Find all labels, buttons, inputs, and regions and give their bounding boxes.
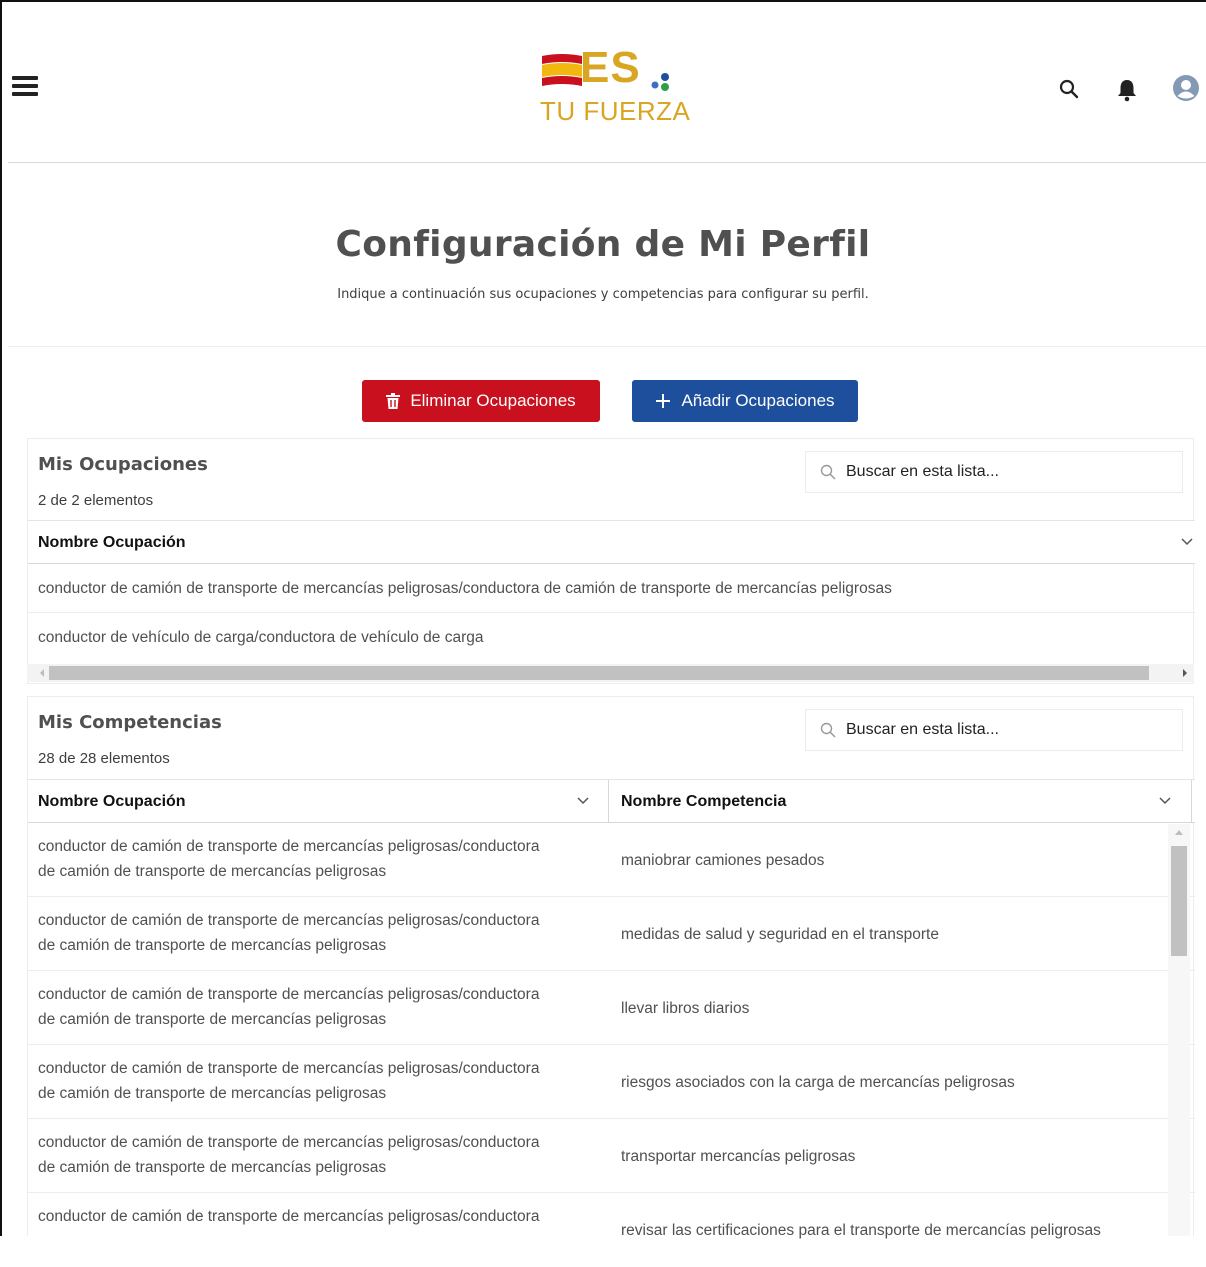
occupation-line: de camión de transporte de mercancías pe… — [38, 1159, 387, 1176]
delete-occupations-label: Eliminar Ocupaciones — [410, 391, 576, 410]
search-icon — [820, 722, 836, 738]
occupation-line: conductor de camión de transporte de mer… — [38, 912, 540, 929]
page-title: Configuración de Mi Perfil — [335, 224, 871, 265]
occupation-line: conductor de camión de transporte de mer… — [38, 1134, 540, 1151]
logo-text: ES — [580, 43, 641, 92]
competencies-count: 28 de 28 elementos — [38, 750, 170, 767]
occupation-line: conductor de camión de transporte de mer… — [38, 1208, 540, 1225]
search-icon — [820, 464, 836, 480]
competency-cell: maniobrar camiones pesados — [621, 851, 825, 869]
column-divider[interactable] — [608, 780, 609, 823]
competency-cell: revisar las certificaciones para el tran… — [621, 1221, 1101, 1239]
horizontal-scrollbar[interactable] — [0, 664, 1194, 682]
spain-flag-icon — [542, 54, 582, 86]
competencies-search-placeholder: Buscar en esta lista... — [846, 721, 999, 738]
occupation-cell: conductor de vehículo de carga/conductor… — [38, 628, 484, 646]
occupation-cell: conductor de camión de transporte de mer… — [38, 579, 892, 597]
top-header: ES TU FUERZA — [8, 8, 1206, 163]
column-header-occupation[interactable]: Nombre Ocupación — [38, 780, 186, 823]
bell-icon[interactable] — [1116, 78, 1138, 102]
competencies-card: Mis Competencias 28 de 28 elementos Busc… — [27, 696, 1195, 1239]
chevron-down-icon[interactable] — [1158, 794, 1172, 808]
occupations-table-header: Nombre Ocupación — [28, 520, 1195, 564]
table-row[interactable]: conductor de camión de transporte de mer… — [28, 897, 1195, 971]
plus-icon — [656, 394, 671, 408]
occupations-search-input[interactable]: Buscar en esta lista... — [805, 451, 1183, 493]
competency-cell: riesgos asociados con la carga de mercan… — [621, 1073, 1015, 1091]
occupation-cell: conductor de camión de transporte de mer… — [38, 1056, 598, 1106]
occupation-line: conductor de camión de transporte de mer… — [38, 1060, 540, 1077]
menu-icon[interactable] — [12, 76, 38, 96]
user-avatar-icon[interactable] — [1172, 74, 1200, 102]
occupation-cell: conductor de camión de transporte de mer… — [38, 982, 598, 1032]
search-icon[interactable] — [1058, 78, 1080, 100]
table-row[interactable]: conductor de camión de transporte de mer… — [28, 1193, 1195, 1267]
occupation-line: de camión de transporte de mercancías pe… — [38, 937, 387, 954]
occupations-title: Mis Ocupaciones — [38, 454, 208, 475]
column-header-occupation[interactable]: Nombre Ocupación — [38, 521, 186, 564]
occupation-line: de camión de transporte de mercancías pe… — [38, 863, 387, 880]
table-row[interactable]: conductor de camión de transporte de mer… — [28, 1119, 1195, 1193]
trash-icon — [386, 393, 401, 409]
occupations-card: Mis Ocupaciones 2 de 2 elementos Buscar … — [27, 438, 1195, 684]
table-row[interactable]: conductor de camión de transporte de mer… — [28, 564, 1195, 613]
competency-cell: llevar libros diarios — [621, 999, 750, 1017]
column-divider — [1191, 780, 1192, 823]
competency-cell: medidas de salud y seguridad en el trans… — [621, 925, 939, 943]
divider — [8, 346, 1206, 347]
occupation-cell: conductor de camión de transporte de mer… — [38, 908, 598, 958]
add-occupations-label: Añadir Ocupaciones — [681, 391, 835, 410]
occupation-cell: conductor de camión de transporte de mer… — [38, 1204, 598, 1229]
table-row[interactable]: conductor de vehículo de carga/conductor… — [28, 613, 1195, 661]
table-row[interactable]: conductor de camión de transporte de mer… — [28, 971, 1195, 1045]
occupation-line: de camión de transporte de mercancías pe… — [38, 1085, 387, 1102]
page-subtitle: Indique a continuación sus ocupaciones y… — [337, 287, 869, 302]
table-row[interactable]: conductor de camión de transporte de mer… — [28, 1045, 1195, 1119]
site-logo[interactable]: ES TU FUERZA — [538, 38, 698, 133]
occupation-line: de camión de transporte de mercancías pe… — [38, 1011, 387, 1028]
chevron-down-icon[interactable] — [576, 794, 590, 808]
competency-cell: transportar mercancías peligrosas — [621, 1147, 856, 1165]
competencies-title: Mis Competencias — [38, 712, 222, 733]
table-row[interactable]: conductor de camión de transporte de mer… — [28, 823, 1195, 897]
occupation-cell: conductor de camión de transporte de mer… — [38, 834, 598, 884]
occupations-count: 2 de 2 elementos — [38, 492, 154, 509]
occupation-line: conductor de camión de transporte de mer… — [38, 838, 540, 855]
vertical-scrollbar[interactable] — [1168, 824, 1190, 1236]
logo-tagline: TU FUERZA — [540, 96, 691, 126]
occupation-cell: conductor de camión de transporte de mer… — [38, 1130, 598, 1180]
add-occupations-button[interactable]: Añadir Ocupaciones — [632, 380, 858, 422]
competencies-search-input[interactable]: Buscar en esta lista... — [805, 709, 1183, 751]
occupations-search-placeholder: Buscar en esta lista... — [846, 463, 999, 480]
occupation-line: conductor de camión de transporte de mer… — [38, 986, 540, 1003]
delete-occupations-button[interactable]: Eliminar Ocupaciones — [362, 380, 600, 422]
chevron-down-icon[interactable] — [1180, 535, 1194, 549]
logo-dots-icon — [651, 73, 669, 91]
column-header-competency[interactable]: Nombre Competencia — [621, 780, 786, 823]
competencies-table-header: Nombre Ocupación Nombre Competencia — [28, 779, 1195, 823]
